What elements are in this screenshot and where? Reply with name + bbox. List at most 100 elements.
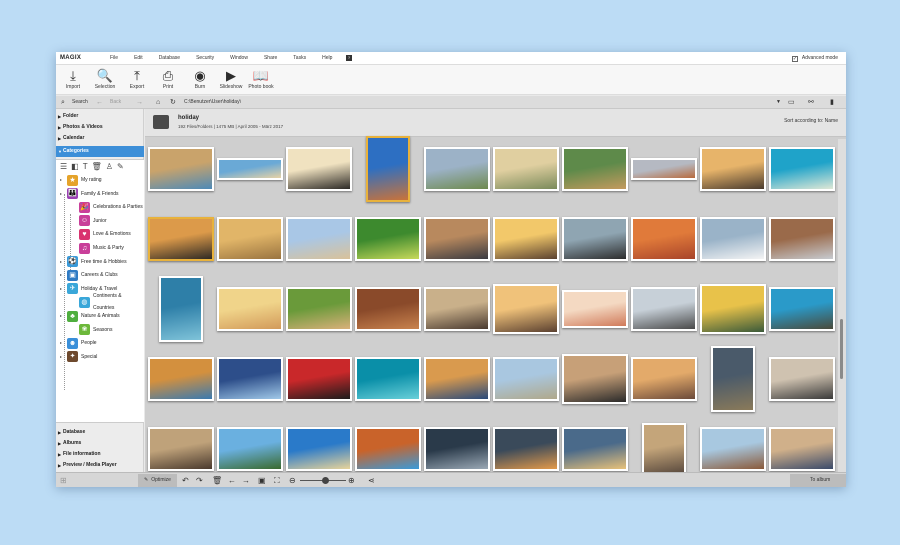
category-celebrations-parties[interactable]: 🎉 Celebrations & Parties — [72, 201, 143, 213]
photo-thumbnail[interactable] — [217, 158, 283, 180]
photo-thumbnail[interactable] — [631, 217, 697, 261]
expand-icon[interactable]: ▸ — [60, 269, 64, 281]
sidebar-section-categories[interactable]: ▼ Categories — [56, 146, 144, 157]
toolbar-button-slideshow[interactable]: ▶ Slideshow — [216, 68, 246, 90]
photo-thumbnail[interactable] — [424, 357, 490, 401]
photo-thumbnail[interactable] — [286, 147, 352, 191]
expand-icon[interactable]: ▸ — [60, 310, 64, 322]
vertical-scrollbar[interactable] — [838, 139, 846, 472]
sidebar-section-preview[interactable]: ▶ Preview / Media Player — [56, 460, 144, 471]
photo-thumbnail[interactable] — [769, 147, 835, 191]
delete-icon[interactable]: 🗑 — [92, 162, 102, 171]
panel-icon[interactable]: ▮ — [830, 96, 834, 109]
toolbar-button-print[interactable]: ⎙ Print — [153, 68, 183, 90]
toolbar-button-export[interactable]: ⤒ Export — [122, 68, 152, 90]
toolbar-button-selection[interactable]: 🔍 Selection — [90, 68, 120, 90]
home-icon[interactable]: ⌂ — [156, 96, 160, 109]
dropdown-arrow-icon[interactable]: ▼ — [776, 96, 781, 109]
photo-thumbnail[interactable] — [769, 287, 835, 331]
menu-window[interactable]: Window — [222, 52, 256, 65]
person-add-icon[interactable]: ♙ — [106, 162, 113, 171]
category-family-friends[interactable]: ▸ 👪 Family & Friends — [60, 188, 119, 200]
photo-thumbnail[interactable] — [366, 136, 410, 202]
filter-icon[interactable]: ⚯ — [808, 96, 814, 109]
sidebar-section-folder[interactable]: ▶ Folder — [56, 111, 144, 122]
category-love-emotions[interactable]: ♥ Love & Emotions — [72, 228, 131, 240]
forward-arrow-icon[interactable]: → — [136, 96, 143, 109]
photo-thumbnail[interactable] — [562, 147, 628, 191]
expand-icon[interactable]: ▸ — [60, 256, 64, 268]
photo-thumbnail[interactable] — [159, 276, 203, 342]
trash-icon[interactable]: 🗑 — [212, 473, 222, 487]
search-label[interactable]: Search — [72, 96, 88, 109]
back-arrow-icon[interactable]: ← — [96, 96, 103, 109]
arrow-left-icon[interactable]: ← — [228, 473, 236, 487]
category-continents-countries[interactable]: ◍ Continents & Countries — [72, 293, 144, 311]
sidebar-section-albums[interactable]: ▶ Albums — [56, 438, 144, 449]
toolbar-button-burn[interactable]: ◉ Burn — [185, 68, 215, 90]
expand-icon[interactable]: ▸ — [60, 188, 64, 200]
photo-thumbnail[interactable] — [493, 284, 559, 334]
photo-thumbnail[interactable] — [355, 357, 421, 401]
menu-database[interactable]: Database — [151, 52, 188, 65]
photo-thumbnail[interactable] — [562, 427, 628, 471]
photo-thumbnail[interactable] — [286, 287, 352, 331]
toolbar-button-photo-book[interactable]: 📖 Photo book — [246, 68, 276, 90]
category-music-party[interactable]: ♫ Music & Party — [72, 242, 124, 254]
photo-thumbnail[interactable] — [286, 357, 352, 401]
menu-share[interactable]: Share — [256, 52, 285, 65]
category-careers-clubs[interactable]: ▸ ▣ Careers & Clubs — [60, 269, 118, 281]
list-icon[interactable]: ☰ — [60, 162, 67, 171]
category-people[interactable]: ▸ ☻ People — [60, 337, 97, 349]
sidebar-section-file-information[interactable]: ▶ File information — [56, 449, 144, 460]
toolbar-button-import[interactable]: ⤓ Import — [58, 68, 88, 90]
photo-thumbnail[interactable] — [355, 427, 421, 471]
share-icon[interactable]: ⋖ — [368, 473, 375, 487]
menu-security[interactable]: Security — [188, 52, 222, 65]
expand-icon[interactable]: ▸ — [60, 174, 64, 186]
photo-thumbnail[interactable] — [424, 147, 490, 191]
photo-thumbnail[interactable] — [631, 287, 697, 331]
category-my-rating[interactable]: ▸ ★ My rating — [60, 174, 102, 186]
category-free-time-hobbies[interactable]: ▸ ⚽ Free time & Hobbies — [60, 256, 127, 268]
photo-thumbnail[interactable] — [286, 217, 352, 261]
photo-thumbnail[interactable] — [700, 284, 766, 334]
photo-thumbnail[interactable] — [493, 147, 559, 191]
category-special[interactable]: ▸ ✦ Special — [60, 351, 97, 363]
grid-icon[interactable]: ⊞ — [60, 473, 67, 487]
photo-thumbnail[interactable] — [217, 287, 283, 331]
advanced-mode-checkbox[interactable]: ✓ — [791, 55, 798, 62]
expand-icon[interactable]: ▸ — [60, 283, 64, 295]
info-icon[interactable]: ▣ — [258, 473, 266, 487]
menu-tasks[interactable]: Tasks — [285, 52, 314, 65]
photo-thumbnail[interactable] — [631, 357, 697, 401]
photo-thumbnail[interactable] — [217, 357, 283, 401]
photo-thumbnail[interactable] — [286, 427, 352, 471]
expand-icon[interactable]: ▸ — [60, 351, 64, 363]
photo-thumbnail[interactable] — [631, 158, 697, 180]
category-seasons[interactable]: ❀ Seasons — [72, 324, 112, 336]
pen-icon[interactable]: ✎ — [117, 162, 124, 171]
photo-thumbnail[interactable] — [642, 423, 686, 472]
tag-icon[interactable]: ◧ — [71, 162, 79, 171]
sort-selector[interactable]: Sort according to: Name — [784, 118, 838, 124]
photo-thumbnail[interactable] — [700, 217, 766, 261]
view-mode-icon[interactable]: ▭ — [788, 96, 795, 109]
photo-thumbnail[interactable] — [493, 217, 559, 261]
sidebar-section-calendar[interactable]: ▶ Calendar — [56, 133, 144, 144]
rotate-right-icon[interactable]: ↷ — [196, 473, 203, 487]
zoom-out-icon[interactable]: ⊖ — [289, 473, 296, 487]
photo-thumbnail[interactable] — [493, 357, 559, 401]
photo-thumbnail[interactable] — [562, 290, 628, 328]
path-field[interactable]: C:\Benutzer\User\holiday\ — [184, 96, 241, 109]
category-junior[interactable]: ☺ Junior — [72, 215, 107, 227]
photo-thumbnail[interactable] — [700, 147, 766, 191]
refresh-icon[interactable]: ↻ — [170, 96, 176, 109]
photo-thumbnail[interactable] — [424, 427, 490, 471]
advanced-mode-toggle[interactable]: ✓ Advanced mode — [791, 52, 838, 65]
to-album-button[interactable]: To album — [790, 474, 846, 487]
photo-thumbnail[interactable] — [562, 354, 628, 404]
photo-thumbnail[interactable] — [769, 427, 835, 471]
photo-thumbnail[interactable] — [424, 287, 490, 331]
photo-thumbnail[interactable] — [355, 287, 421, 331]
